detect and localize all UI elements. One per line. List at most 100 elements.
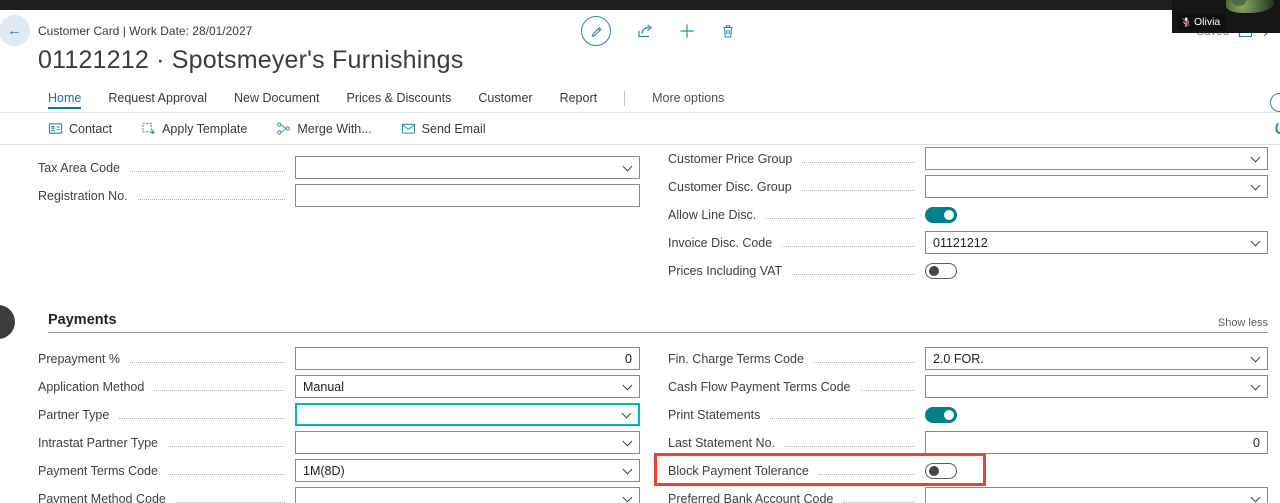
toggle-knob	[944, 409, 954, 420]
dotted-leader	[801, 182, 915, 191]
toggle-knob	[929, 465, 939, 476]
cash-flow-payment-terms-code-dropdown[interactable]	[925, 375, 1268, 398]
prepayment-input[interactable]: 0	[295, 347, 640, 370]
tab-home[interactable]: Home	[48, 91, 82, 109]
field-label-block-payment-tolerance: Block Payment Tolerance	[668, 463, 809, 478]
action-send-email[interactable]: Send Email	[401, 122, 486, 136]
action-contact[interactable]: Contact	[48, 121, 112, 136]
chevron-down-icon[interactable]	[622, 492, 633, 502]
action-label: Merge With...	[297, 121, 372, 136]
dotted-leader	[130, 163, 285, 172]
block-payment-tolerance-toggle[interactable]	[925, 462, 957, 479]
allow-line-disc-toggle[interactable]	[925, 206, 957, 223]
general-section-left-column: Tax Area Code Registration No.	[38, 156, 640, 212]
mic-off-icon	[1181, 17, 1191, 28]
payments-section-rule	[48, 332, 1268, 333]
field-row-customer-disc-group: Customer Disc. Group	[668, 175, 1268, 198]
field-row-prices-including-vat: Prices Including VAT	[668, 259, 1268, 282]
tax-area-code-dropdown[interactable]	[295, 156, 640, 179]
payment-terms-code-dropdown[interactable]: 1M(8D)	[295, 459, 640, 482]
fin-charge-terms-code-dropdown[interactable]: 2.0 FOR.	[925, 347, 1268, 370]
share-icon[interactable]	[636, 23, 654, 39]
general-section-right-column: Customer Price Group Customer Disc. Group…	[668, 147, 1268, 287]
tab-more-options[interactable]: More options	[652, 91, 724, 109]
field-row-fin-charge-terms-code: Fin. Charge Terms Code 2.0 FOR.	[668, 347, 1268, 370]
field-row-print-statements: Print Statements	[668, 403, 1268, 426]
partner-type-dropdown[interactable]	[295, 403, 640, 426]
field-label-partner-type: Partner Type	[38, 407, 110, 422]
payments-section-right-column: Fin. Charge Terms Code 2.0 FOR. Cash Flow …	[654, 347, 1268, 503]
dotted-leader	[792, 266, 915, 275]
field-label-prepayment: Prepayment %	[38, 351, 120, 366]
field-row-application-method: Application Method Manual	[38, 375, 640, 398]
dotted-leader	[766, 210, 915, 219]
field-row-cash-flow-payment-terms-code: Cash Flow Payment Terms Code	[668, 375, 1268, 398]
tab-report[interactable]: Report	[560, 91, 598, 109]
chevron-down-icon[interactable]	[1250, 180, 1261, 190]
field-row-prepayment: Prepayment % 0	[38, 347, 640, 370]
dotted-leader	[818, 466, 915, 475]
customer-disc-group-dropdown[interactable]	[925, 175, 1268, 198]
field-label-intrastat-partner-type: Intrastat Partner Type	[38, 435, 158, 450]
intrastat-partner-type-dropdown[interactable]	[295, 431, 640, 454]
tab-customer[interactable]: Customer	[478, 91, 532, 109]
action-bar: Contact Apply Template Merge With... Send E…	[48, 121, 486, 136]
prices-including-vat-toggle[interactable]	[925, 262, 957, 279]
field-value: 1M(8D)	[303, 463, 345, 478]
chevron-down-icon[interactable]	[1250, 152, 1261, 162]
delete-trash-icon[interactable]	[720, 23, 736, 39]
tab-request-approval[interactable]: Request Approval	[108, 91, 207, 109]
chevron-down-icon[interactable]	[621, 408, 632, 418]
action-apply-template[interactable]: Apply Template	[141, 121, 247, 136]
actionbar-divider-line	[0, 144, 1280, 145]
field-row-intrastat-partner-type: Intrastat Partner Type	[38, 431, 640, 454]
field-label-payment-method-code: Payment Method Code	[38, 491, 166, 503]
control-slot	[925, 262, 1268, 279]
field-value: 0	[625, 351, 632, 366]
control-slot	[925, 406, 1268, 423]
add-plus-icon[interactable]	[679, 23, 695, 39]
action-merge-with[interactable]: Merge With...	[276, 121, 372, 136]
dotted-leader	[154, 382, 285, 391]
application-method-dropdown[interactable]: Manual	[295, 375, 640, 398]
registration-no-input[interactable]	[295, 184, 640, 207]
dotted-leader	[782, 238, 915, 247]
tab-prices-discounts[interactable]: Prices & Discounts	[346, 91, 451, 109]
chevron-down-icon[interactable]	[1250, 236, 1261, 246]
help-circle-icon-partial[interactable]	[1270, 93, 1280, 112]
field-label-registration-no: Registration No.	[38, 188, 128, 203]
chevron-down-icon[interactable]	[622, 380, 633, 390]
field-label-prices-including-vat: Prices Including VAT	[668, 263, 783, 278]
tab-new-document[interactable]: New Document	[234, 91, 319, 109]
field-label-customer-disc-group: Customer Disc. Group	[668, 179, 792, 194]
chevron-down-icon[interactable]	[1250, 492, 1261, 502]
top-black-bar	[0, 0, 1280, 10]
customer-price-group-dropdown[interactable]	[925, 147, 1268, 170]
chevron-down-icon[interactable]	[622, 464, 633, 474]
field-value: 0	[1253, 435, 1260, 450]
edit-pencil-icon[interactable]	[581, 16, 611, 46]
dotted-leader	[129, 354, 285, 363]
dotted-leader	[167, 466, 285, 475]
ribbon-tabs: Home Request Approval New Document Prices &…	[48, 91, 724, 109]
last-statement-no-input[interactable]: 0	[925, 431, 1268, 454]
back-button[interactable]: ←	[0, 15, 30, 46]
payment-method-code-dropdown[interactable]	[295, 487, 640, 503]
chevron-down-icon[interactable]	[1250, 380, 1261, 390]
invoice-disc-code-dropdown[interactable]: 01121212	[925, 231, 1268, 254]
preferred-bank-account-code-dropdown[interactable]	[925, 487, 1268, 503]
back-arrow-icon: ←	[7, 22, 22, 39]
control-slot	[925, 462, 1268, 479]
show-less-link[interactable]: Show less	[1218, 317, 1268, 329]
dotted-leader	[813, 354, 915, 363]
chevron-down-icon[interactable]	[1250, 352, 1261, 362]
field-row-customer-price-group: Customer Price Group	[668, 147, 1268, 170]
print-statements-toggle[interactable]	[925, 406, 957, 423]
payments-section-left-column: Prepayment % 0 Application Method Manual Par…	[38, 347, 640, 503]
field-row-payment-method-code: Payment Method Code	[38, 487, 640, 503]
field-label-invoice-disc-code: Invoice Disc. Code	[668, 235, 773, 250]
field-row-registration-no: Registration No.	[38, 184, 640, 207]
chevron-down-icon[interactable]	[622, 436, 633, 446]
field-row-tax-area-code: Tax Area Code	[38, 156, 640, 179]
chevron-down-icon[interactable]	[622, 161, 633, 171]
